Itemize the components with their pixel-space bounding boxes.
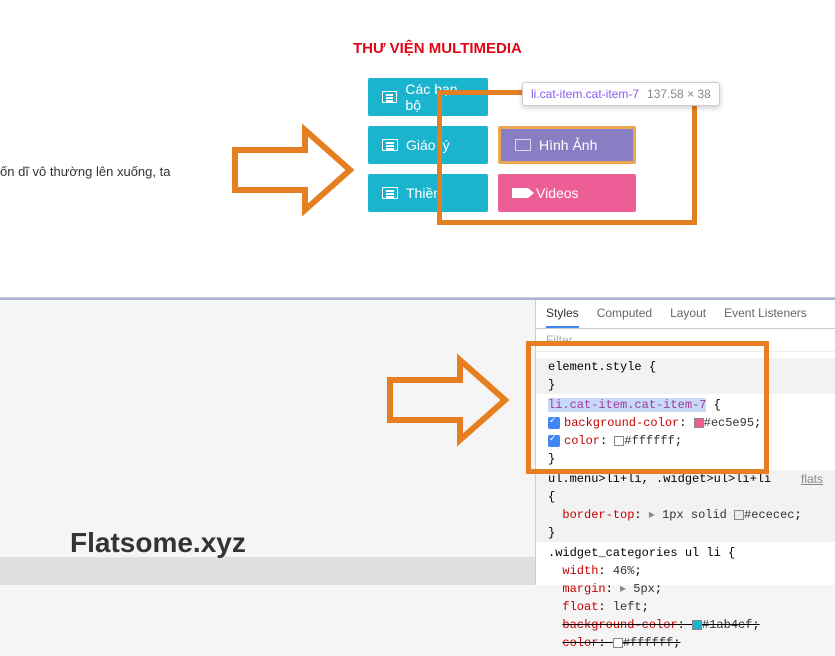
css-value[interactable]: 1px solid xyxy=(662,508,727,522)
css-property[interactable]: background-color xyxy=(564,416,679,430)
annotation-arrow-top xyxy=(225,120,355,220)
annotation-arrow-bottom xyxy=(380,350,510,450)
css-property[interactable]: width xyxy=(562,564,598,578)
css-property[interactable]: color xyxy=(564,434,600,448)
css-value[interactable]: #ffffff xyxy=(623,636,673,650)
category-label: Hình Ảnh xyxy=(539,137,597,153)
tooltip-dimensions: 137.58 × 38 xyxy=(647,87,711,101)
category-button-thien[interactable]: Thiền xyxy=(368,174,488,212)
rule-selector[interactable]: .widget_categories ul li xyxy=(548,546,721,560)
css-property-overridden[interactable]: color xyxy=(562,636,598,650)
tab-event-listeners[interactable]: Event Listeners xyxy=(724,306,807,328)
css-value[interactable]: #ececec xyxy=(744,508,794,522)
section-title-multimedia: THƯ VIỆN MULTIMEDIA xyxy=(353,40,522,57)
color-swatch[interactable] xyxy=(734,510,744,520)
css-property[interactable]: border-top xyxy=(562,508,634,522)
color-swatch[interactable] xyxy=(692,620,702,630)
expand-triangle-icon[interactable]: ▸ xyxy=(649,508,655,522)
source-link[interactable]: flats xyxy=(801,470,823,488)
tab-layout[interactable]: Layout xyxy=(670,306,706,328)
list-icon xyxy=(382,187,398,199)
rule-selector-highlighted[interactable]: li.cat-item.cat-item-7 xyxy=(548,398,706,412)
css-property-overridden[interactable]: background-color xyxy=(562,618,677,632)
list-icon xyxy=(382,139,398,151)
css-value[interactable]: #ffffff xyxy=(624,434,674,448)
devtools-panel: Styles Computed Layout Event Listeners F… xyxy=(535,300,835,585)
inspector-tooltip: li.cat-item.cat-item-7 137.58 × 38 xyxy=(522,82,720,106)
video-icon xyxy=(512,188,528,198)
category-label: Videos xyxy=(536,185,579,201)
category-button-hinh-anh[interactable]: Hình Ảnh xyxy=(498,126,636,164)
category-label: Các bạn bộ xyxy=(405,81,474,113)
category-label: Giáo lý xyxy=(406,137,450,153)
property-checkbox-checked[interactable] xyxy=(548,417,560,429)
category-button-cac-ban-bo[interactable]: Các bạn bộ xyxy=(368,78,488,116)
color-swatch[interactable] xyxy=(694,418,704,428)
expand-triangle-icon[interactable]: ▸ xyxy=(620,582,626,596)
css-value[interactable]: 5px xyxy=(633,582,655,596)
css-value[interactable]: left xyxy=(613,600,642,614)
styles-filter-input[interactable]: Filter xyxy=(536,329,835,352)
tab-computed[interactable]: Computed xyxy=(597,306,652,328)
css-value[interactable]: 46% xyxy=(613,564,635,578)
bottom-shade xyxy=(0,557,535,585)
rule-selector[interactable]: element.style xyxy=(548,360,642,374)
css-value[interactable]: #1ab4cf xyxy=(702,618,752,632)
list-icon xyxy=(382,91,397,103)
category-label: Thiền xyxy=(406,185,441,201)
styles-rules-list: element.style {} li.cat-item.cat-item-7 … xyxy=(536,352,835,656)
devtools-tabs: Styles Computed Layout Event Listeners xyxy=(536,300,835,329)
category-button-videos[interactable]: Videos xyxy=(498,174,636,212)
body-text-fragment: ốn dĩ vô thường lên xuống, ta xyxy=(0,164,170,179)
property-checkbox-checked[interactable] xyxy=(548,435,560,447)
css-value[interactable]: #ec5e95 xyxy=(704,416,754,430)
tab-styles[interactable]: Styles xyxy=(546,306,579,328)
color-swatch[interactable] xyxy=(614,436,624,446)
css-property[interactable]: margin xyxy=(562,582,605,596)
tooltip-selector: li.cat-item.cat-item-7 xyxy=(531,87,639,101)
watermark-text: Flatsome.xyz xyxy=(70,527,246,559)
category-button-giao-ly[interactable]: Giáo lý xyxy=(368,126,488,164)
rule-selector[interactable]: ul.menu>li+li, .widget>ul>li+li xyxy=(548,472,771,486)
css-property[interactable]: float xyxy=(562,600,598,614)
color-swatch[interactable] xyxy=(613,638,623,648)
photo-icon xyxy=(515,139,531,151)
